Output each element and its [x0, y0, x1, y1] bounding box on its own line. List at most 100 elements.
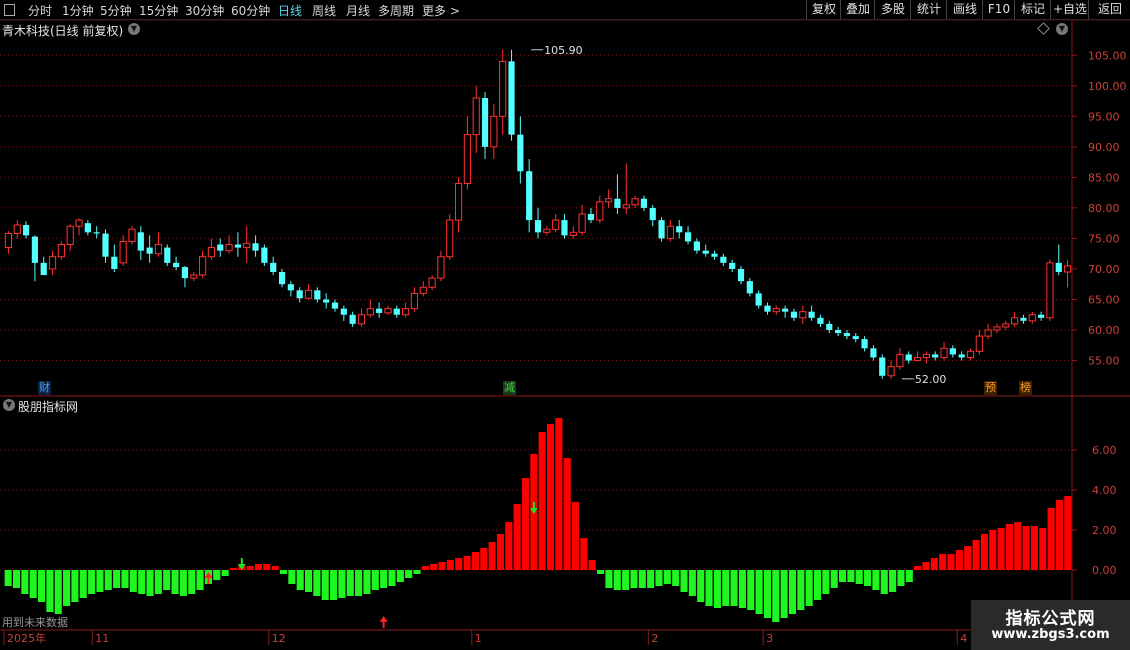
- indicator-bar-negative: [288, 570, 296, 584]
- indicator-bar-negative: [755, 570, 763, 614]
- candle-body-up: [896, 353, 904, 368]
- candle-body-down: [852, 336, 859, 340]
- event-marker-finance[interactable]: 财: [38, 381, 51, 395]
- watermark-text: 指标公式网: [1005, 609, 1096, 629]
- candle-body-down: [737, 268, 745, 282]
- indicator-bar-negative: [146, 570, 154, 596]
- candle-body-up: [1028, 314, 1036, 322]
- indicator-bar-positive: [254, 564, 263, 570]
- candle-body-down: [31, 236, 38, 263]
- candle-body-up: [799, 311, 807, 319]
- event-marker-reduce[interactable]: 减: [503, 381, 516, 395]
- candle-body-down: [870, 348, 877, 358]
- indicator-tick-label: 4.00: [1092, 484, 1117, 497]
- indicator-bar-positive: [922, 562, 930, 570]
- candle-body-down: [658, 220, 665, 239]
- watermark-logo: 指标公式网 www.zbgs3.com: [971, 600, 1130, 650]
- candle-body-down: [808, 311, 815, 318]
- stock-title: 青木科技(日线 前复权): [2, 24, 124, 38]
- indicator-bar-positive: [438, 562, 446, 570]
- candle-body-down: [905, 354, 912, 361]
- indicator-bar-negative: [688, 570, 696, 596]
- time-tick-label: 2: [651, 632, 658, 645]
- price-tick-label: 100.00: [1088, 80, 1127, 93]
- candle-body-up: [922, 353, 930, 358]
- indicator-tick-label: 0.00: [1092, 564, 1117, 577]
- indicator-bar-negative: [672, 570, 680, 586]
- indicator-bar-negative: [38, 570, 46, 602]
- candle-body-up: [552, 219, 560, 230]
- candle-body-down: [137, 232, 144, 251]
- indicator-bar-negative: [96, 570, 104, 592]
- indicator-bar-negative: [296, 570, 304, 590]
- event-marker-forecast[interactable]: 预: [984, 381, 997, 395]
- candle-body-up: [154, 244, 163, 255]
- indicator-bar-negative: [213, 570, 221, 580]
- indicator-bar-negative: [346, 570, 354, 596]
- candle-body-up: [384, 308, 392, 314]
- indicator-title[interactable]: 股朋指标网: [18, 398, 78, 415]
- indicator-bar-positive: [488, 542, 496, 570]
- candle-body-down: [587, 214, 595, 221]
- price-tick-label: 105.00: [1088, 49, 1127, 62]
- candle-body-up: [13, 224, 21, 235]
- indicator-bar-negative: [880, 570, 888, 594]
- indicator-bar-negative: [4, 570, 12, 586]
- indicator-bar-negative: [822, 570, 830, 594]
- candle-body-down: [349, 314, 356, 324]
- chevron-down-icon[interactable]: ▼: [128, 23, 140, 35]
- candle-body-down: [755, 293, 762, 306]
- candle-body-up: [569, 231, 577, 236]
- indicator-bar-negative: [839, 570, 847, 582]
- price-tick-label: 70.00: [1088, 263, 1120, 276]
- candle-body-down: [102, 233, 109, 257]
- indicator-bar-positive: [930, 558, 938, 570]
- candle-body-down: [526, 171, 533, 221]
- indicator-bar-negative: [889, 570, 897, 592]
- candle-body-down: [949, 348, 956, 355]
- candle-body-up: [940, 347, 948, 358]
- indicator-bar-positive: [588, 560, 596, 570]
- indicator-bar-negative: [663, 570, 671, 584]
- indicator-bar-positive: [1022, 526, 1030, 570]
- indicator-bar-positive: [947, 554, 955, 570]
- candle-body-up: [499, 60, 507, 117]
- indicator-bar-negative: [738, 570, 746, 608]
- candle-body-down: [181, 267, 189, 279]
- candle-body-up: [605, 198, 613, 203]
- candle-body-down: [508, 61, 515, 135]
- event-marker-rank[interactable]: 榜: [1019, 381, 1032, 395]
- candle-body-down: [720, 256, 727, 263]
- indicator-bar-negative: [338, 570, 346, 598]
- indicator-bar-negative: [113, 570, 121, 588]
- candle-body-down: [323, 299, 330, 303]
- indicator-bar-positive: [1055, 500, 1064, 570]
- indicator-bar-negative: [697, 570, 705, 602]
- indicator-bar-negative: [129, 570, 137, 592]
- candle-body-up: [578, 213, 586, 233]
- indicator-bar-negative: [772, 570, 780, 622]
- indicator-bar-positive: [246, 566, 254, 570]
- indicator-menu-icon[interactable]: ▼: [3, 399, 15, 411]
- indicator-bar-positive: [555, 418, 563, 570]
- candle-body-down: [234, 244, 241, 248]
- candle-body-up: [966, 350, 975, 358]
- indicator-bar-negative: [121, 570, 129, 588]
- indicator-bar-positive: [471, 552, 479, 570]
- candle-body-up: [622, 204, 630, 209]
- indicator-bar-negative: [321, 570, 329, 600]
- candle-body-down: [746, 281, 753, 294]
- candle-body-up: [772, 308, 780, 313]
- watermark-url: www.zbgs3.com: [991, 627, 1110, 642]
- candle-body-up: [57, 244, 65, 258]
- panel-menu-icon[interactable]: ▼: [1056, 23, 1068, 35]
- candle-body-down: [331, 302, 339, 309]
- indicator-bar-positive: [1039, 528, 1047, 570]
- candle-body-down: [111, 256, 118, 269]
- indicator-bar-negative: [79, 570, 87, 598]
- indicator-bar-negative: [313, 570, 321, 596]
- candle-body-up: [887, 366, 895, 377]
- candle-body-down: [217, 244, 224, 251]
- candle-body-down: [1055, 262, 1062, 272]
- candle-body-down: [93, 232, 100, 234]
